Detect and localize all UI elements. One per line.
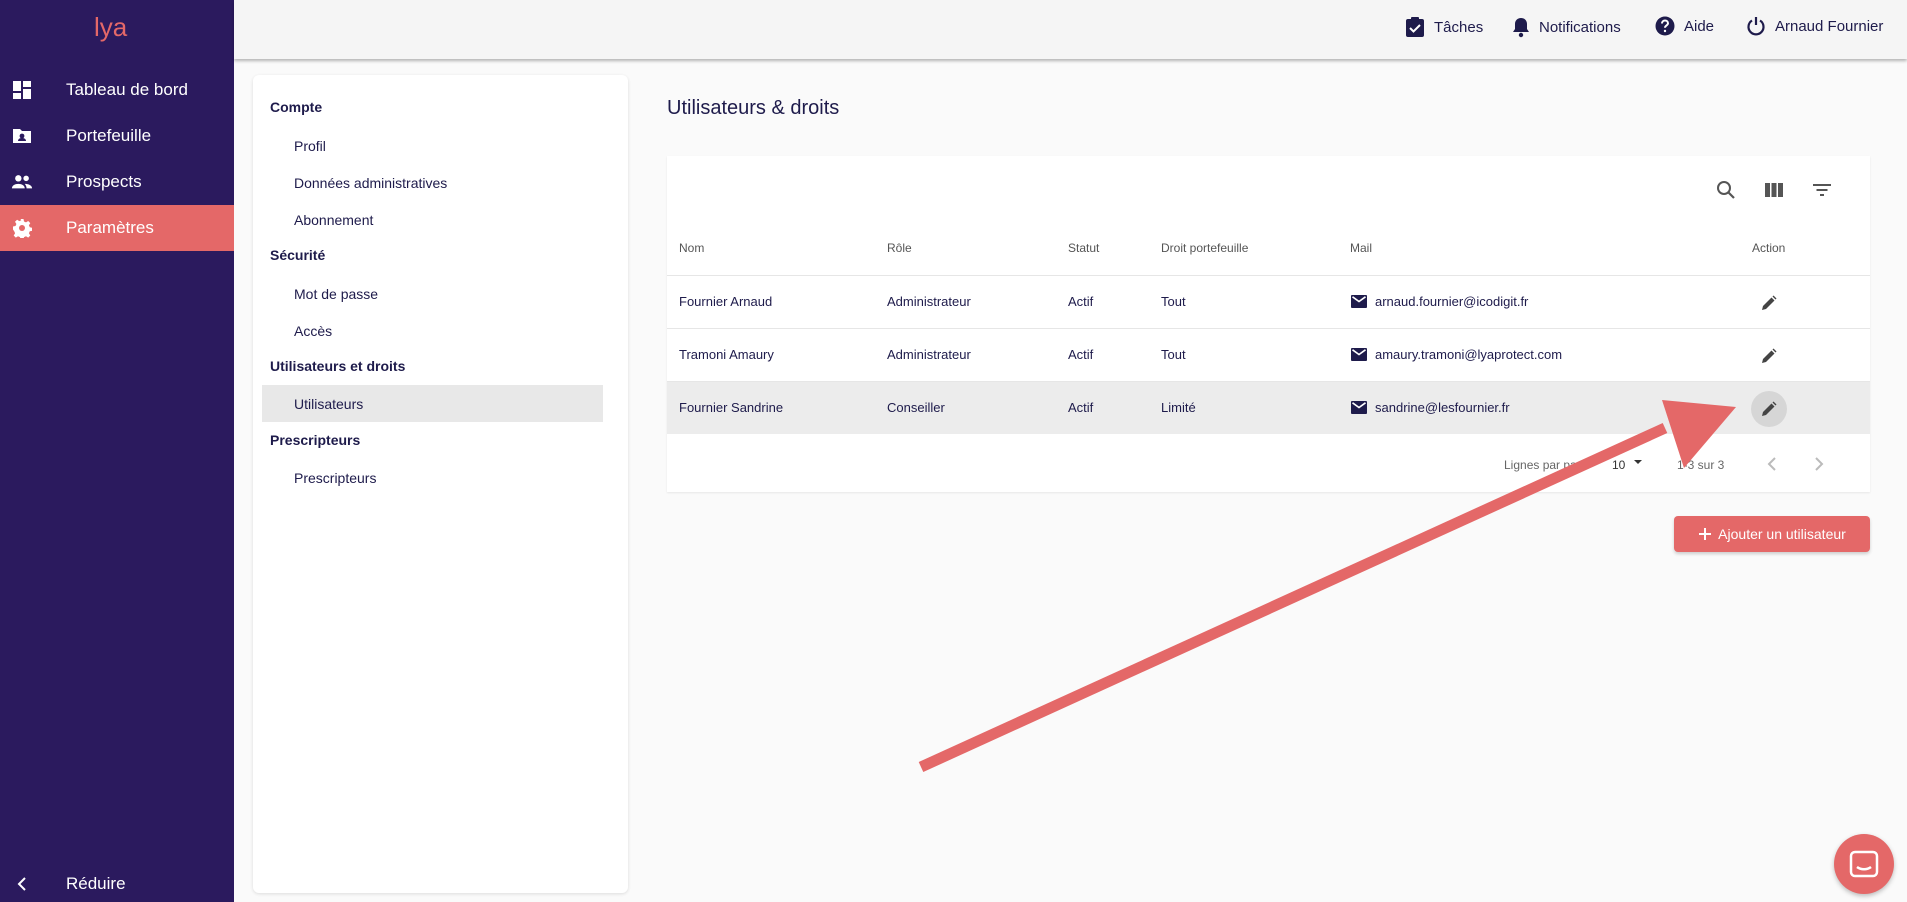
dashboard-icon	[11, 79, 33, 101]
rows-per-page-label: Lignes par page	[1504, 458, 1591, 472]
notifications-label: Notifications	[1539, 18, 1621, 36]
power-icon	[1747, 17, 1765, 36]
sidebar: lya Tableau de bord Portefeuille Prospec…	[0, 0, 234, 902]
cell-statut: Actif	[1068, 294, 1094, 309]
chevron-right-icon	[1815, 457, 1824, 471]
cell-role: Administrateur	[887, 347, 971, 362]
help-button[interactable]: Aide	[1655, 16, 1714, 36]
user-logout-button[interactable]: Arnaud Fournier	[1746, 16, 1883, 36]
section-title-prescripteurs: Prescripteurs	[270, 432, 361, 448]
column-header-role[interactable]: Rôle	[887, 241, 912, 255]
collapse-sidebar-button[interactable]: Réduire	[0, 861, 234, 902]
section-title-utilisateurs-et-droits: Utilisateurs et droits	[270, 358, 406, 374]
column-header-mail[interactable]: Mail	[1350, 241, 1372, 255]
rows-per-page-select[interactable]: 10	[1612, 458, 1625, 472]
cell-nom: Fournier Arnaud	[679, 294, 773, 309]
mail-icon	[1351, 295, 1367, 308]
cell-statut: Actif	[1068, 347, 1094, 362]
next-page-button[interactable]	[1806, 451, 1832, 477]
section-title-compte: Compte	[270, 99, 323, 115]
bell-icon	[1513, 18, 1529, 38]
settings-item-utilisateurs[interactable]: Utilisateurs	[262, 385, 603, 422]
edit-user-button[interactable]	[1751, 285, 1787, 321]
cell-nom: Fournier Sandrine	[679, 400, 784, 415]
chevron-left-icon	[11, 873, 33, 895]
settings-item-donnees-administratives[interactable]: Données administratives	[262, 164, 603, 201]
table-row[interactable]: Tramoni Amaury Administrateur Actif Tout…	[667, 328, 1870, 381]
logo-text: lya	[94, 12, 128, 42]
top-bar: Tâches Notifications Aide Arnaud Fournie…	[234, 0, 1907, 59]
settings-item-profil[interactable]: Profil	[262, 127, 603, 164]
table-row[interactable]: Fournier Arnaud Administrateur Actif Tou…	[667, 275, 1870, 328]
pencil-icon	[1762, 401, 1777, 416]
tasks-button[interactable]: Tâches	[1405, 16, 1483, 38]
add-user-button[interactable]: Ajouter un utilisateur	[1674, 516, 1870, 552]
search-icon[interactable]	[1711, 175, 1741, 205]
lya-logo[interactable]: lya	[92, 8, 140, 44]
sidebar-item-label: Paramètres	[66, 218, 154, 237]
help-circle-icon	[1655, 16, 1675, 36]
sidebar-item-label: Portefeuille	[66, 126, 152, 145]
gear-icon	[11, 217, 33, 239]
table-row[interactable]: Fournier Sandrine Conseiller Actif Limit…	[667, 381, 1870, 434]
cell-mail-text: sandrine@lesfournier.fr	[1375, 400, 1510, 415]
people-icon	[11, 171, 33, 193]
column-header-nom[interactable]: Nom	[679, 241, 704, 255]
users-table: Nom Rôle Statut Droit portefeuille Mail …	[667, 156, 1870, 492]
pencil-icon	[1762, 295, 1777, 310]
sidebar-item-tableau-de-bord[interactable]: Tableau de bord	[0, 67, 234, 113]
pagination-range: 1-3 sur 3	[1677, 458, 1725, 472]
sidebar-item-portefeuille[interactable]: Portefeuille	[0, 113, 234, 159]
cell-role: Administrateur	[887, 294, 971, 309]
edit-user-button[interactable]	[1751, 338, 1787, 374]
cell-nom: Tramoni Amaury	[679, 347, 774, 362]
add-user-label: Ajouter un utilisateur	[1718, 526, 1846, 542]
cell-droit: Limité	[1161, 400, 1196, 415]
chat-icon	[1849, 850, 1879, 878]
section-title-securite: Sécurité	[270, 247, 326, 263]
pencil-icon	[1762, 348, 1777, 363]
settings-item-prescripteurs[interactable]: Prescripteurs	[262, 459, 603, 496]
column-header-droit-portefeuille[interactable]: Droit portefeuille	[1161, 241, 1248, 255]
collapse-label: Réduire	[66, 874, 126, 893]
filter-icon[interactable]	[1807, 175, 1837, 205]
cell-statut: Actif	[1068, 400, 1094, 415]
cell-mail: arnaud.fournier@icodigit.fr	[1351, 294, 1528, 309]
user-name: Arnaud Fournier	[1775, 17, 1884, 35]
sidebar-item-label: Prospects	[66, 172, 142, 191]
task-check-icon	[1406, 17, 1424, 37]
settings-item-mot-de-passe[interactable]: Mot de passe	[262, 275, 603, 312]
settings-item-abonnement[interactable]: Abonnement	[262, 201, 603, 238]
cell-role: Conseiller	[887, 400, 945, 415]
sidebar-item-label: Tableau de bord	[66, 80, 188, 99]
plus-icon	[1699, 528, 1712, 540]
mail-icon	[1351, 401, 1367, 414]
notifications-button[interactable]: Notifications	[1512, 16, 1621, 38]
column-header-statut[interactable]: Statut	[1068, 241, 1099, 255]
prev-page-button[interactable]	[1759, 451, 1785, 477]
cell-mail-text: arnaud.fournier@icodigit.fr	[1375, 294, 1529, 309]
tasks-label: Tâches	[1434, 18, 1484, 36]
cell-droit: Tout	[1161, 347, 1186, 362]
cell-droit: Tout	[1161, 294, 1186, 309]
cell-mail-text: amaury.tramoni@lyaprotect.com	[1375, 347, 1563, 362]
settings-item-acces[interactable]: Accès	[262, 312, 603, 349]
columns-icon[interactable]	[1759, 175, 1789, 205]
cell-mail: amaury.tramoni@lyaprotect.com	[1351, 347, 1562, 362]
help-label: Aide	[1684, 17, 1715, 35]
chat-support-button[interactable]	[1834, 834, 1894, 894]
settings-menu: Compte Profil Données administratives Ab…	[253, 75, 628, 893]
edit-user-button[interactable]	[1751, 391, 1787, 427]
cell-mail: sandrine@lesfournier.fr	[1351, 400, 1510, 415]
page-title: Utilisateurs & droits	[667, 97, 840, 119]
column-header-action: Action	[1752, 241, 1786, 255]
mail-icon	[1351, 348, 1367, 361]
folder-account-icon	[11, 125, 33, 147]
chevron-left-icon	[1767, 457, 1776, 471]
sidebar-item-parametres[interactable]: Paramètres	[0, 205, 234, 251]
dropdown-arrow-icon[interactable]	[1633, 455, 1643, 469]
sidebar-item-prospects[interactable]: Prospects	[0, 159, 234, 205]
